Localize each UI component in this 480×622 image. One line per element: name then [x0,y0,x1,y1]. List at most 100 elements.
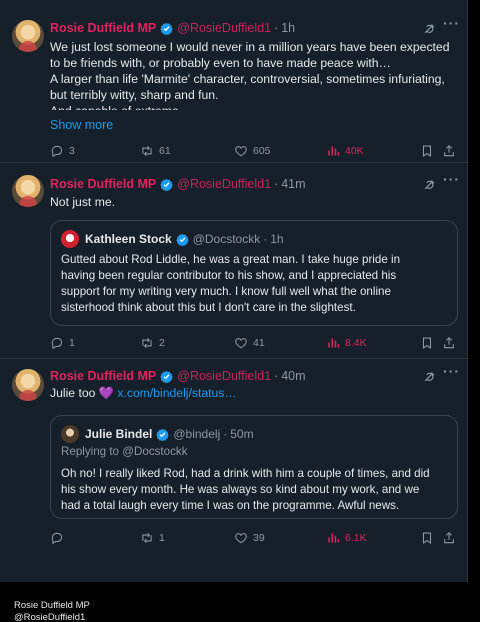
views-icon [326,336,340,350]
tweet-text-line: to be friends with, or probably even to … [50,56,391,70]
views-button[interactable]: 40K [326,144,364,158]
author-name[interactable]: Rosie Duffield MP [50,177,156,191]
quote-author-handle: @bindelj [173,427,221,441]
share-button[interactable] [442,336,461,350]
views-icon [326,144,340,158]
quote-avatar [61,425,79,443]
quoted-tweet[interactable]: Julie Bindel @bindelj · 50m Replying to … [50,415,458,519]
separator-dot: · [274,177,279,191]
tweet-2[interactable]: Rosie Duffield MP @RosieDuffield1 · 41m … [0,163,467,359]
author-handle[interactable]: @RosieDuffield1 [177,21,271,35]
view-count: 6.1K [345,532,367,544]
share-icon [442,336,456,350]
bookmark-button[interactable] [420,531,439,545]
avatar[interactable] [12,20,44,52]
share-icon [442,144,456,158]
separator-dot: · [223,427,228,441]
tweet-header: Rosie Duffield MP @RosieDuffield1 · 41m [50,175,306,193]
show-more-link[interactable]: Show more [50,118,113,132]
avatar[interactable] [12,175,44,207]
author-name[interactable]: Rosie Duffield MP [50,369,156,383]
quote-timestamp: 50m [230,427,254,441]
like-icon [234,531,248,545]
like-icon [234,144,248,158]
quote-text-line: support for my writing very much. I know… [61,285,391,298]
author-handle[interactable]: @RosieDuffield1 [177,177,271,191]
views-button[interactable]: 6.1K [326,531,367,545]
bookmark-button[interactable] [420,144,439,158]
share-icon [442,531,456,545]
repost-icon [140,144,154,158]
quote-text-line: Gutted about Rod Liddle, he was a great … [61,253,401,266]
replying-to-handle: @Docstockk [122,445,188,458]
purple-heart-emoji: 💜 [98,386,114,400]
quote-author-name: Julie Bindel [85,427,153,441]
replying-to-prefix: Replying to [61,445,120,458]
more-icon[interactable]: ··· [443,15,460,31]
separator-dot: · [274,21,279,35]
footer-author-name: Rosie Duffield MP [14,600,90,611]
verified-badge-icon [160,370,173,383]
repost-button[interactable]: 2 [140,336,165,350]
quote-text-line: his show every month. He was always so k… [61,483,420,496]
verified-badge-icon [156,428,169,441]
quote-text-line: having been regular contributor to his s… [61,269,397,282]
tweet-header: Rosie Duffield MP @RosieDuffield1 · 1h [50,19,295,37]
tweet-text-line: A larger than life 'Marmite' character, … [50,72,445,86]
bookmark-icon [420,336,434,350]
share-button[interactable] [442,531,461,545]
like-count: 39 [253,532,265,544]
tweet-3[interactable]: Rosie Duffield MP @RosieDuffield1 · 40m … [0,359,467,582]
repost-count: 2 [159,337,165,349]
quote-text: Gutted about Rod Liddle, he was a great … [61,252,449,316]
tweet-text-line: And capable of extreme [50,103,452,110]
tweet-text-line: but terribly witty, sharp and fun. [50,88,219,102]
like-button[interactable]: 605 [234,144,271,158]
more-icon[interactable]: ··· [443,363,460,379]
views-button[interactable]: 8.4K [326,336,367,350]
action-bar: 1 39 6.1K [50,531,458,547]
tweet-link[interactable]: x.com/bindelj/status… [117,386,236,400]
quote-text-line: sisterhood think about this but I don't … [61,301,356,314]
reply-icon [50,144,64,158]
grok-icon[interactable] [422,22,436,36]
like-button[interactable]: 39 [234,531,265,545]
timestamp[interactable]: 40m [281,369,305,383]
separator-dot: · [263,232,268,246]
repost-button[interactable]: 61 [140,144,171,158]
tweet-1[interactable]: Rosie Duffield MP @RosieDuffield1 · 1h ·… [0,6,467,163]
timestamp[interactable]: 1h [281,21,295,35]
timestamp[interactable]: 41m [281,177,305,191]
repost-count: 61 [159,145,171,157]
like-button[interactable]: 41 [234,336,265,350]
like-count: 41 [253,337,265,349]
reply-button[interactable]: 3 [50,144,75,158]
tweet-text-line: We just lost someone I would never in a … [50,40,450,54]
reply-button[interactable]: 1 [50,336,75,350]
quote-timestamp: 1h [270,232,284,246]
bookmark-icon [420,144,434,158]
repost-icon [140,531,154,545]
share-button[interactable] [442,144,461,158]
quoted-tweet[interactable]: Kathleen Stock @Docstockk · 1h Gutted ab… [50,220,458,326]
verified-badge-icon [160,22,173,35]
author-handle[interactable]: @RosieDuffield1 [177,369,271,383]
more-icon[interactable]: ··· [443,171,460,187]
avatar[interactable] [12,369,44,401]
tweet-text-content: Julie too [50,386,96,400]
view-count: 40K [345,145,364,157]
timeline-panel: Rosie Duffield MP @RosieDuffield1 · 1h ·… [0,0,468,582]
grok-icon[interactable] [422,370,436,384]
quote-avatar [61,230,79,248]
footer-author-handle: @RosieDuffield1 [14,612,86,622]
quote-text: Oh no! I really liked Rod, had a drink w… [61,466,449,514]
view-count: 8.4K [345,337,367,349]
replying-to: Replying to @Docstockk [61,445,188,458]
reply-button[interactable] [50,531,69,545]
tweet-text: We just lost someone I would never in a … [50,39,452,112]
author-name[interactable]: Rosie Duffield MP [50,21,156,35]
bookmark-button[interactable] [420,336,439,350]
grok-icon[interactable] [422,178,436,192]
repost-button[interactable]: 1 [140,531,165,545]
tweet-text: Julie too 💜 x.com/bindelj/status… [50,385,452,401]
